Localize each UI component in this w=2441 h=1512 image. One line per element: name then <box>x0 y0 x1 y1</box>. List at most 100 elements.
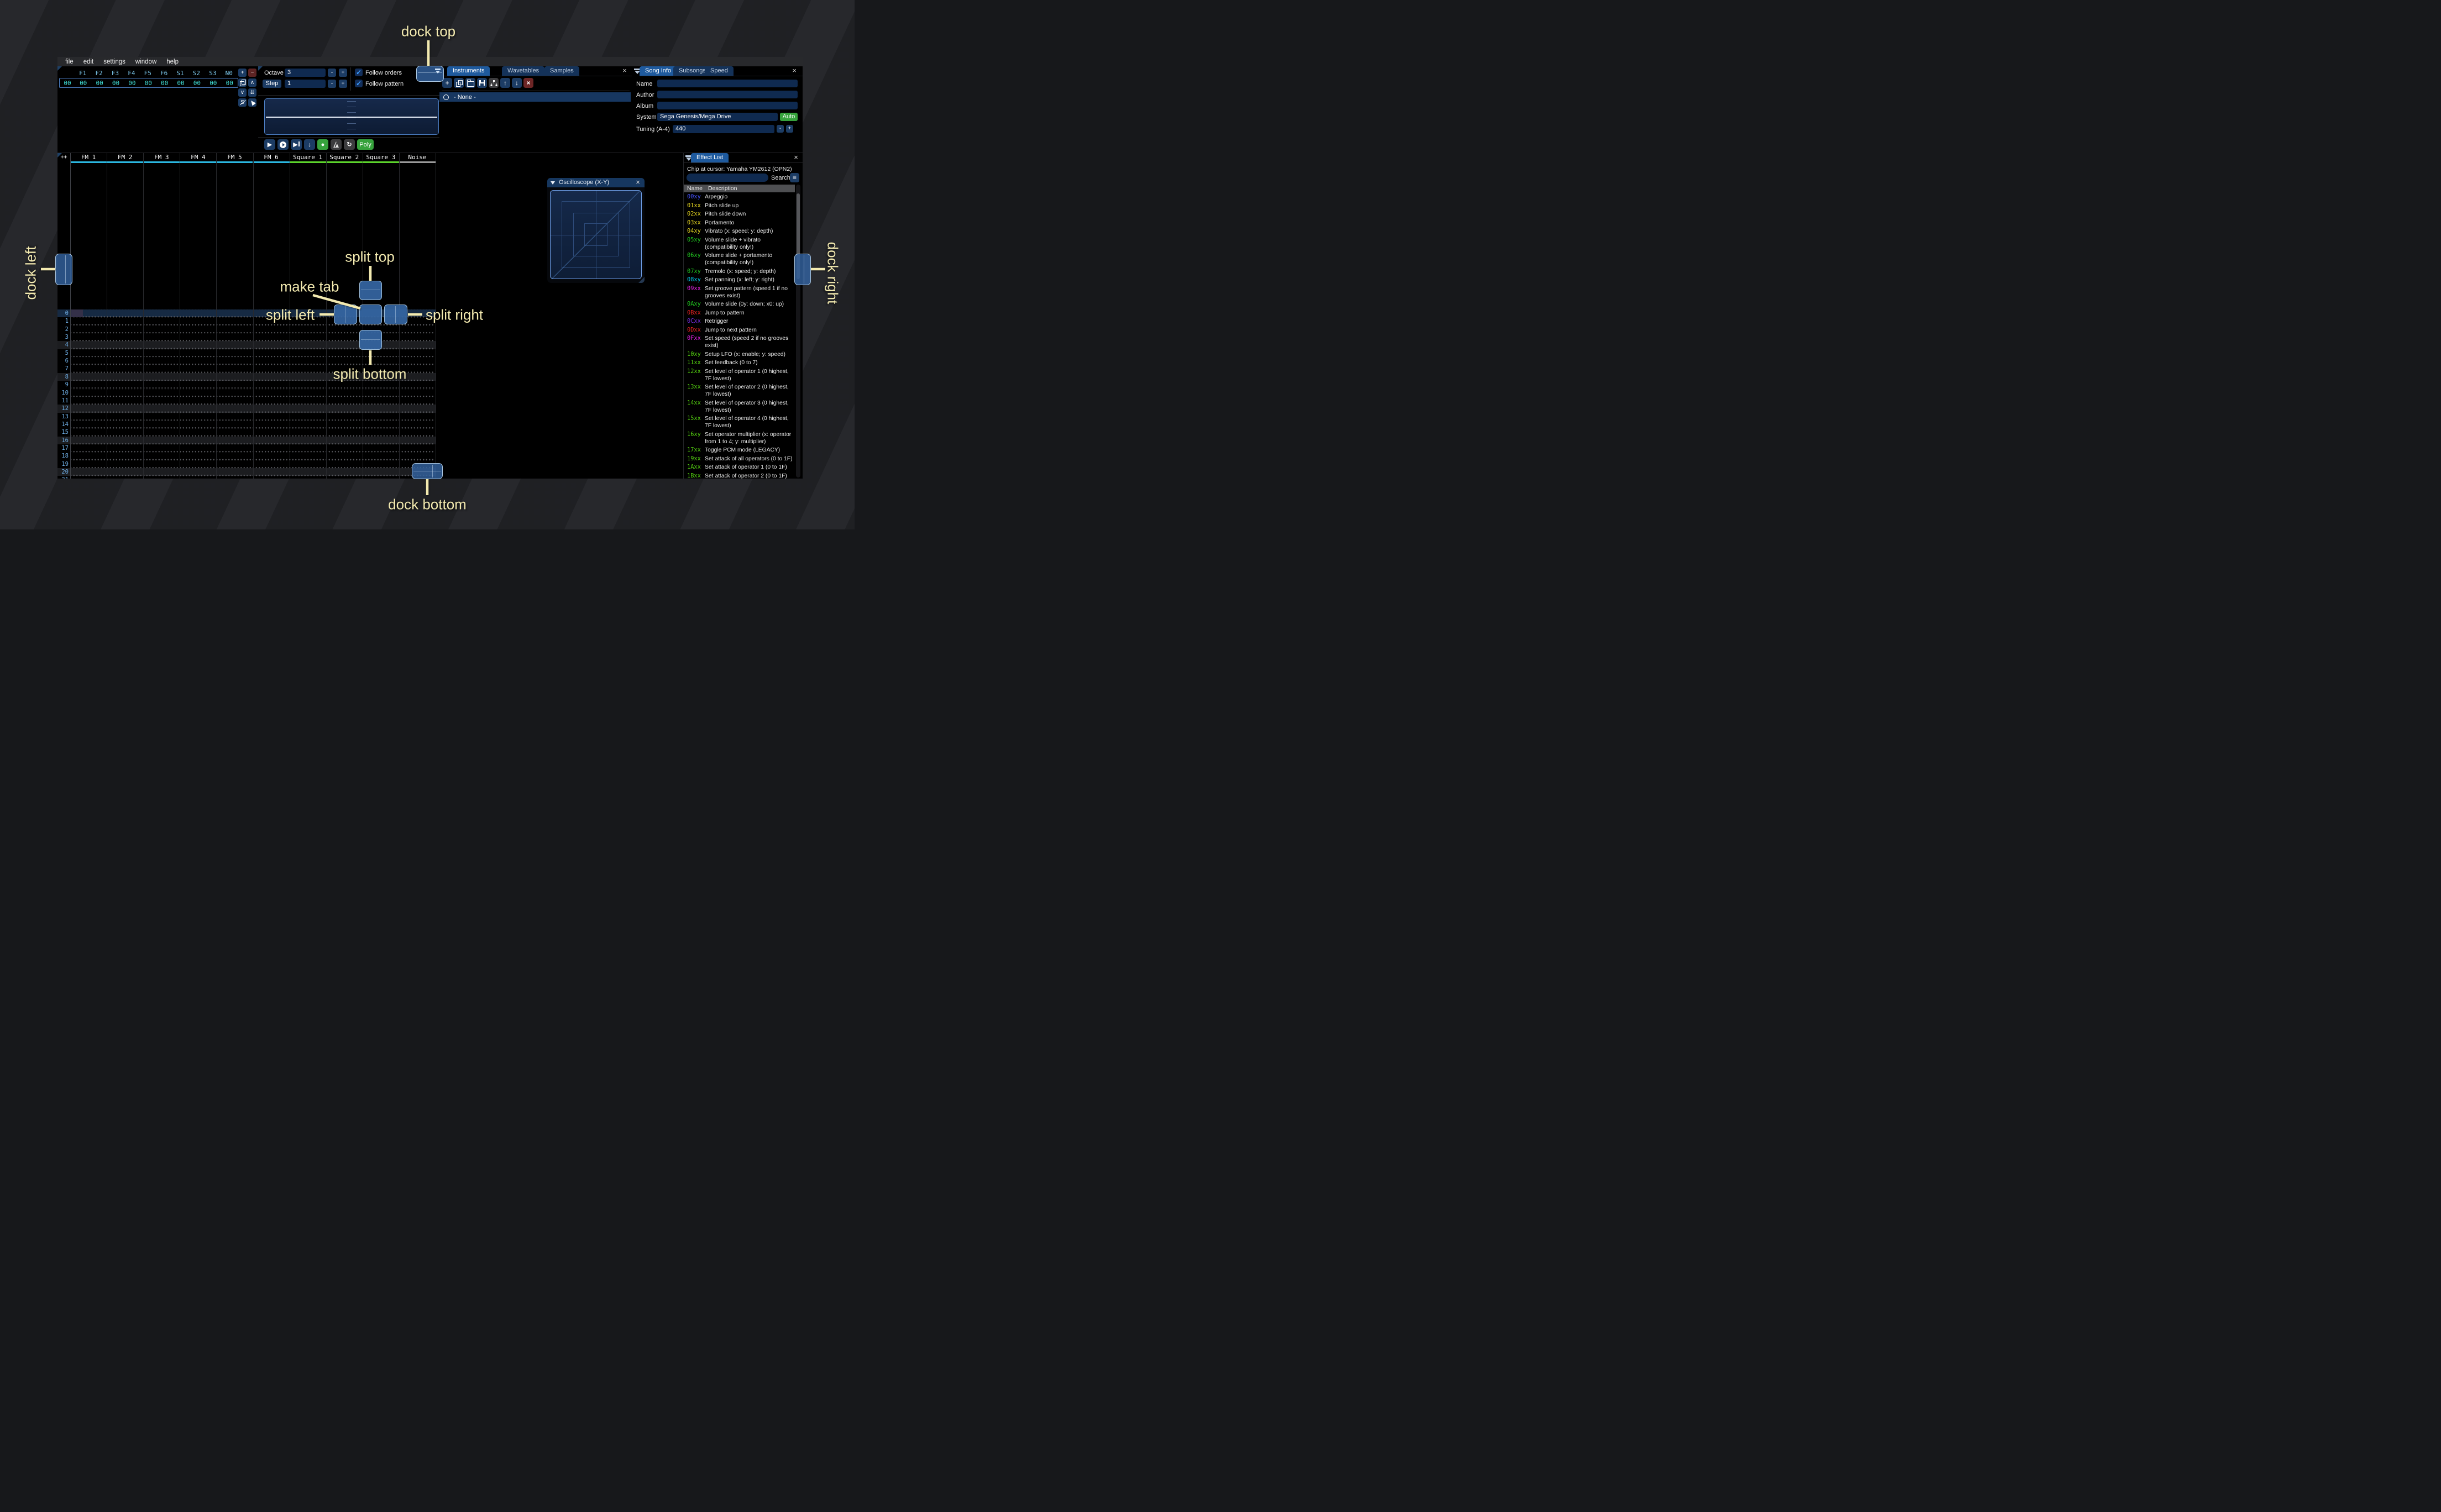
dock-bottom-handle[interactable] <box>412 463 443 479</box>
pattern-row-14[interactable]: 14 <box>57 420 436 429</box>
step-row-button[interactable]: ↓ <box>304 139 315 150</box>
search-input[interactable] <box>687 174 768 182</box>
pattern-row-20[interactable]: 20 <box>57 468 436 476</box>
order-value-4[interactable]: 00 <box>140 80 156 87</box>
menu-window[interactable]: window <box>130 59 161 65</box>
pattern-row-17[interactable]: 17 <box>57 444 436 453</box>
dock-left-handle[interactable] <box>55 254 72 285</box>
instrument-move-down-button[interactable]: ↓ <box>512 78 522 88</box>
order-value-0[interactable]: 00 <box>75 80 91 87</box>
split-left-button[interactable] <box>334 305 357 324</box>
effect-scrollbar[interactable] <box>796 185 800 477</box>
order-value-9[interactable]: 00 <box>222 80 238 87</box>
collapse-icon[interactable] <box>551 181 555 185</box>
order-value-7[interactable]: 00 <box>189 80 205 87</box>
play-button[interactable]: ▶ <box>264 139 275 150</box>
instrument-duplicate-button[interactable] <box>454 78 464 88</box>
pattern-row-19[interactable]: 19 <box>57 460 436 468</box>
split-top-button[interactable] <box>359 281 382 300</box>
step-minus-button[interactable]: - <box>328 80 336 88</box>
play-pattern-button[interactable] <box>277 139 289 150</box>
order-add-button[interactable]: + <box>238 69 247 77</box>
channel-header-square-2[interactable]: Square 2 <box>326 153 363 163</box>
order-value-5[interactable]: 00 <box>156 80 172 87</box>
octave-plus-button[interactable]: + <box>339 69 347 77</box>
dock-top-handle[interactable] <box>416 66 444 82</box>
order-duplicate-end-button[interactable]: ⇊ <box>248 88 256 97</box>
order-remove-button[interactable]: − <box>248 69 256 77</box>
channel-header-fm-6[interactable]: FM 6 <box>253 153 290 163</box>
repeat-pattern-button[interactable]: ↻ <box>344 139 355 150</box>
channel-header-square-1[interactable]: Square 1 <box>289 153 326 163</box>
author-input[interactable] <box>657 91 798 98</box>
menu-file[interactable]: file <box>60 59 78 65</box>
order-value-2[interactable]: 00 <box>108 80 124 87</box>
pattern-row-13[interactable]: 13 <box>57 412 436 421</box>
tab-song-info[interactable]: Song Info <box>640 66 677 76</box>
channel-header-fm-4[interactable]: FM 4 <box>180 153 217 163</box>
order-move-up-button[interactable]: ∧ <box>248 78 256 87</box>
stop-button[interactable]: ● <box>317 139 328 150</box>
channel-header-noise[interactable]: Noise <box>399 153 436 163</box>
order-move-down-button[interactable]: ∨ <box>238 88 247 97</box>
instrument-delete-button[interactable]: × <box>523 78 533 88</box>
instrument-organize-button[interactable] <box>489 78 499 88</box>
channel-header-fm-2[interactable]: FM 2 <box>107 153 144 163</box>
instrument-move-up-button[interactable]: ↑ <box>500 78 510 88</box>
tab-speed[interactable]: Speed <box>705 66 734 76</box>
add-channel-button[interactable]: ++ <box>57 153 70 163</box>
tab-instruments[interactable]: Instruments <box>447 66 490 76</box>
pattern-row-15[interactable]: 15 <box>57 428 436 437</box>
pattern-row-6[interactable]: 6 <box>57 357 436 365</box>
pattern-cursor[interactable] <box>71 309 83 318</box>
close-icon[interactable]: × <box>621 67 628 75</box>
pattern-row-16[interactable]: 16 <box>57 436 436 444</box>
menu-help[interactable]: help <box>161 59 184 65</box>
orders-row[interactable]: 00 00 00 00 00 00 00 00 00 00 00 <box>59 78 238 88</box>
poly-button[interactable]: Poly <box>357 139 374 150</box>
order-value-1[interactable]: 00 <box>91 80 107 87</box>
step-button[interactable]: Step <box>263 80 281 88</box>
effect-menu-button[interactable]: ≡ <box>790 173 799 182</box>
close-icon[interactable]: × <box>792 154 800 161</box>
menu-settings[interactable]: settings <box>98 59 130 65</box>
tuning-minus-button[interactable]: - <box>777 125 784 133</box>
metronome-button[interactable] <box>331 139 342 150</box>
tab-wavetables[interactable]: Wavetables <box>502 66 545 76</box>
oscilloscope-xy-window[interactable]: Oscilloscope (X-Y) × <box>547 178 645 283</box>
step-input[interactable]: 1 <box>285 80 326 88</box>
tuning-input[interactable]: 440 <box>673 125 774 133</box>
menu-edit[interactable]: edit <box>78 59 99 65</box>
octave-input[interactable]: 3 <box>285 69 326 77</box>
order-change-mode-button[interactable]: S <box>238 98 247 107</box>
tab-effect-list[interactable]: Effect List <box>691 153 729 162</box>
pattern-row-18[interactable]: 18 <box>57 452 436 460</box>
pattern-row-10[interactable]: 10 <box>57 389 436 397</box>
tab-samples[interactable]: Samples <box>544 66 579 76</box>
close-icon[interactable]: × <box>634 179 642 186</box>
pattern-row-5[interactable]: 5 <box>57 349 436 358</box>
instrument-open-button[interactable] <box>465 78 475 88</box>
instrument-add-button[interactable]: + <box>442 78 452 88</box>
follow-pattern-checkbox[interactable]: ✓ <box>355 80 363 87</box>
order-value-6[interactable]: 00 <box>172 80 188 87</box>
make-tab-button[interactable] <box>359 305 382 324</box>
tuning-plus-button[interactable]: + <box>786 125 793 133</box>
step-plus-button[interactable]: + <box>339 80 347 88</box>
follow-orders-checkbox[interactable]: ✓ <box>355 69 363 76</box>
close-icon[interactable]: × <box>790 67 798 75</box>
pattern-row-12[interactable]: 12 <box>57 405 436 413</box>
auto-button[interactable]: Auto <box>780 113 798 121</box>
pattern-row-11[interactable]: 11 <box>57 396 436 405</box>
pattern-row-21[interactable]: 21 <box>57 476 436 479</box>
name-input[interactable] <box>657 80 798 87</box>
split-bottom-button[interactable] <box>359 330 382 350</box>
channel-header-square-3[interactable]: Square 3 <box>362 153 399 163</box>
order-value-3[interactable]: 00 <box>124 80 140 87</box>
oscilloscope-xy-titlebar[interactable]: Oscilloscope (X-Y) × <box>547 178 645 187</box>
play-once-button[interactable]: ▶ <box>291 139 302 150</box>
system-input[interactable]: Sega Genesis/Mega Drive <box>657 113 778 121</box>
channel-header-fm-1[interactable]: FM 1 <box>70 153 107 163</box>
order-edit-mode-button[interactable] <box>248 98 256 107</box>
album-input[interactable] <box>657 102 798 109</box>
